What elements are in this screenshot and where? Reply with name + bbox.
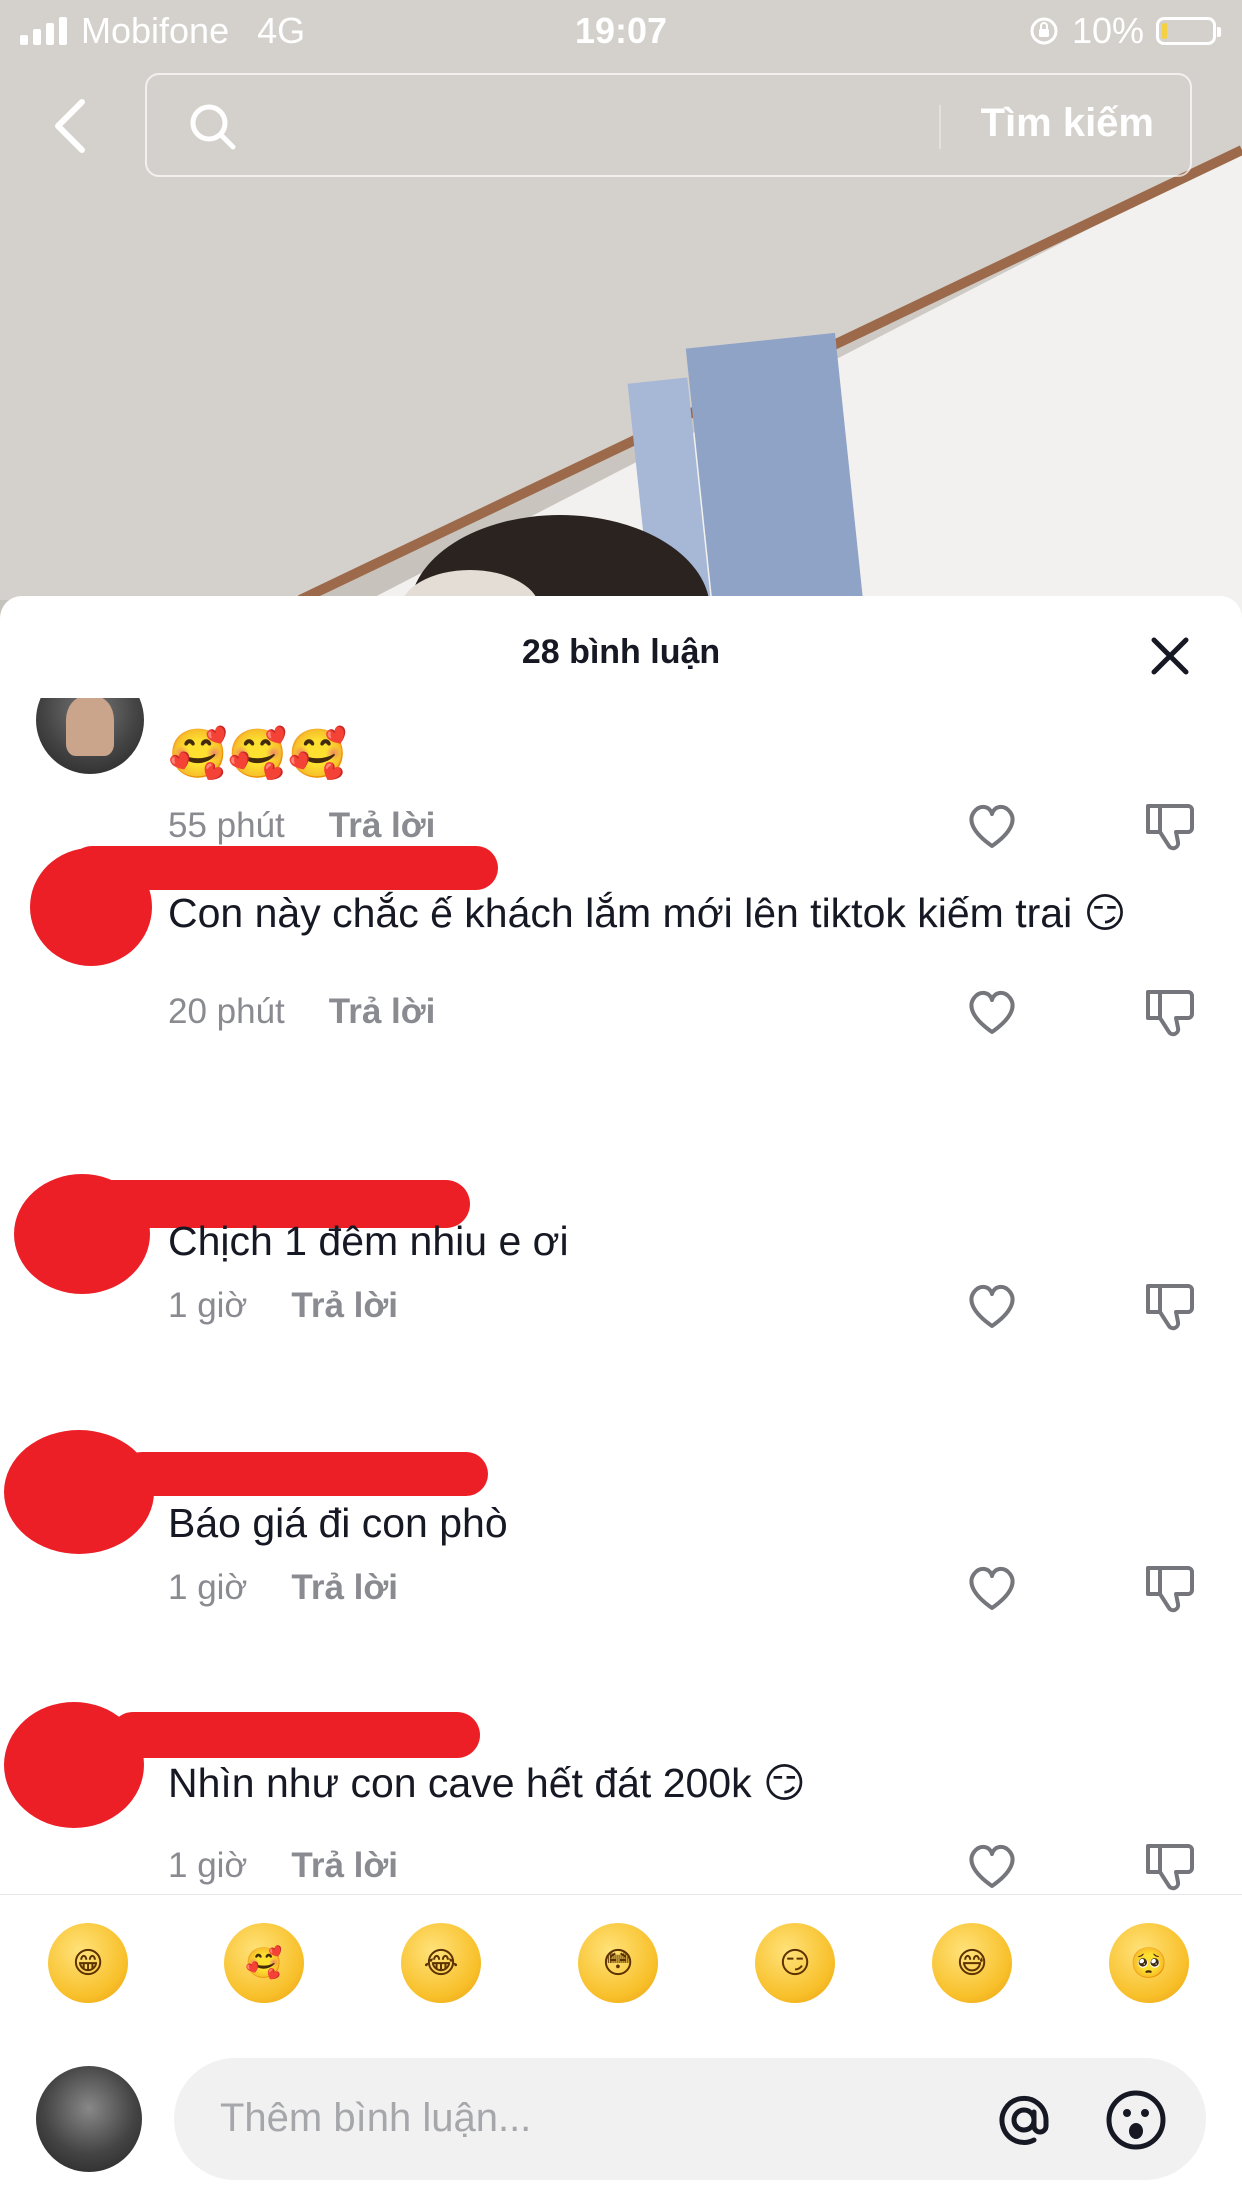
comment-input-placeholder: Thêm bình luận... <box>220 2096 532 2140</box>
my-avatar <box>36 2066 142 2172</box>
comment-text: Con này chắc ế khách lắm mới lên tiktok … <box>168 890 1127 936</box>
close-icon[interactable] <box>1148 634 1192 678</box>
emoji-flushed-button[interactable]: 😳 <box>578 1923 658 2003</box>
heart-icon[interactable] <box>964 1560 1020 1616</box>
emoji-smirk-button[interactable]: 😏 <box>755 1923 835 2003</box>
thumbs-down-icon[interactable] <box>1142 1560 1198 1616</box>
heart-icon[interactable] <box>964 1278 1020 1334</box>
emoji-pleading-button[interactable]: 🥺 <box>1109 1923 1189 2003</box>
search-icon <box>190 104 236 150</box>
thumbs-down-icon[interactable] <box>1142 1838 1198 1894</box>
comment-time: 1 giờ <box>168 1286 248 1325</box>
reply-button[interactable]: Trả lời <box>291 1568 398 1607</box>
comment-meta: 1 giờ Trả lời <box>168 1286 398 1326</box>
comment-text: Báo giá đi con phò <box>168 1500 508 1546</box>
comment-text: 🥰🥰🥰 <box>168 728 348 781</box>
status-bar: Mobifone 4G 19:07 10% <box>0 0 1242 62</box>
reply-button[interactable]: Trả lời <box>291 1846 398 1885</box>
search-button[interactable]: Tìm kiếm <box>981 101 1154 146</box>
comment-item: Báo giá đi con phò 1 giờ Trả lời <box>0 1410 1242 1670</box>
comment-input[interactable]: Thêm bình luận... <box>174 2058 1206 2180</box>
heart-icon[interactable] <box>964 984 1020 1040</box>
thumbs-down-icon[interactable] <box>1142 984 1198 1040</box>
comment-item: Chịch 1 đêm nhiu e ơi 1 giờ Trả lời <box>0 1160 1242 1420</box>
comment-meta: 1 giờ Trả lời <box>168 1846 398 1886</box>
comment-text: Chịch 1 đêm nhiu e ơi <box>168 1218 569 1264</box>
back-arrow-icon[interactable] <box>44 96 104 156</box>
comment-time: 20 phút <box>168 992 285 1031</box>
comment-text: Nhìn như con cave hết đát 200k 😏 <box>168 1760 806 1806</box>
search-divider <box>939 105 941 149</box>
emoji-grin-button[interactable]: 😁 <box>48 1923 128 2003</box>
comment-sheet: 28 bình luận 🥰🥰🥰 55 phút Trả lời Con này … <box>0 596 1242 2208</box>
comment-item: Con này chắc ế khách lắm mới lên tiktok … <box>0 828 1242 1128</box>
battery-icon <box>1156 17 1221 45</box>
reply-button[interactable]: Trả lời <box>291 1286 398 1325</box>
emoji-hearts-button[interactable]: 🥰 <box>224 1923 304 2003</box>
battery-percent: 10% <box>1071 10 1144 51</box>
comment-meta: 1 giờ Trả lời <box>168 1568 398 1608</box>
comment-time: 1 giờ <box>168 1846 248 1885</box>
comment-count-title: 28 bình luận <box>521 633 721 671</box>
thumbs-down-icon[interactable] <box>1142 1278 1198 1334</box>
comment-time: 1 giờ <box>168 1568 248 1607</box>
comment-item: Nhìn như con cave hết đát 200k 😏 1 giờ Tr… <box>0 1688 1242 1894</box>
reply-button[interactable]: Trả lời <box>329 992 436 1031</box>
emoji-sweat-smile-button[interactable]: 😅 <box>932 1923 1012 2003</box>
emoji-picker-icon[interactable] <box>1104 2088 1168 2152</box>
heart-icon[interactable] <box>964 1838 1020 1894</box>
orientation-lock-icon <box>1030 17 1058 45</box>
emoji-joy-button[interactable]: 😂 <box>401 1923 481 2003</box>
comment-list[interactable]: 🥰🥰🥰 55 phút Trả lời Con này chắc ế khách … <box>0 698 1242 1894</box>
search-input[interactable]: Tìm kiếm <box>145 73 1192 177</box>
avatar[interactable] <box>36 698 144 774</box>
mention-at-icon[interactable] <box>992 2088 1056 2152</box>
comment-meta: 20 phút Trả lời <box>168 992 435 1032</box>
quick-emoji-bar: 😁 🥰 😂 😳 😏 😅 🥺 <box>0 1894 1242 2025</box>
